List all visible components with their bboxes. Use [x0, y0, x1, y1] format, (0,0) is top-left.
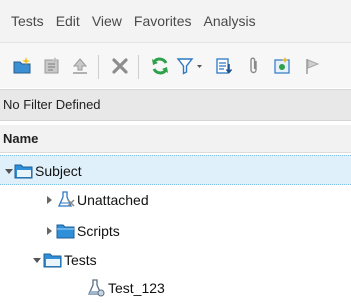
tree-node-label: Tests — [64, 252, 97, 268]
test-icon — [87, 279, 105, 297]
tree-node-label: Scripts — [77, 223, 120, 239]
toolbar-separator — [138, 55, 139, 79]
menu-bar: Tests Edit View Favorites Analysis — [0, 0, 351, 42]
tree-node-label: Subject — [35, 163, 82, 179]
folder-icon — [56, 224, 75, 239]
refresh-icon — [152, 57, 168, 75]
tree-node-label: Test_123 — [108, 280, 165, 296]
tree-node-unattached[interactable]: Unattached — [0, 185, 351, 215]
folder-open-icon — [14, 164, 33, 179]
filter-button[interactable] — [176, 56, 204, 76]
toolbar-separator — [98, 55, 99, 79]
column-header-label: Name — [3, 131, 39, 146]
tree-node-label: Unattached — [77, 192, 149, 208]
script-icon — [274, 57, 290, 74]
new-test-button[interactable] — [42, 56, 62, 76]
filter-status-bar: No Filter Defined — [0, 89, 351, 121]
details-icon — [216, 58, 233, 74]
filter-icon — [176, 58, 202, 75]
script-button[interactable] — [272, 56, 292, 76]
menu-edit[interactable]: Edit — [50, 0, 86, 42]
menu-view[interactable]: View — [86, 0, 128, 42]
delete-button[interactable] — [110, 56, 130, 76]
new-folder-icon — [13, 57, 31, 74]
refresh-button[interactable] — [150, 56, 170, 76]
flag-button[interactable] — [302, 56, 322, 76]
tree-node-test-123[interactable]: Test_123 — [0, 273, 351, 303]
flag-icon — [306, 59, 320, 74]
attachment-icon — [250, 57, 257, 74]
details-button[interactable] — [214, 56, 234, 76]
new-test-icon — [44, 57, 59, 74]
collapse-arrow-icon[interactable] — [5, 167, 13, 175]
tree-node-subject[interactable]: Subject — [0, 155, 351, 185]
tree-node-tests[interactable]: Tests — [0, 245, 351, 275]
attachment-button[interactable] — [244, 56, 264, 76]
menu-favorites[interactable]: Favorites — [128, 0, 198, 42]
expand-arrow-icon[interactable] — [46, 227, 54, 235]
unattached-icon — [57, 191, 75, 207]
filter-status-text: No Filter Defined — [3, 97, 101, 112]
tree-node-scripts[interactable]: Scripts — [0, 216, 351, 246]
upload-icon — [72, 58, 88, 74]
delete-icon — [112, 58, 128, 74]
menu-analysis[interactable]: Analysis — [197, 0, 261, 42]
menu-tests[interactable]: Tests — [6, 0, 50, 42]
new-folder-button[interactable] — [12, 56, 32, 76]
folder-open-icon — [43, 253, 62, 268]
column-header-name[interactable]: Name — [0, 125, 351, 153]
upload-button[interactable] — [70, 56, 90, 76]
collapse-arrow-icon[interactable] — [33, 256, 41, 264]
toolbar — [0, 42, 351, 88]
expand-arrow-icon[interactable] — [46, 196, 54, 204]
